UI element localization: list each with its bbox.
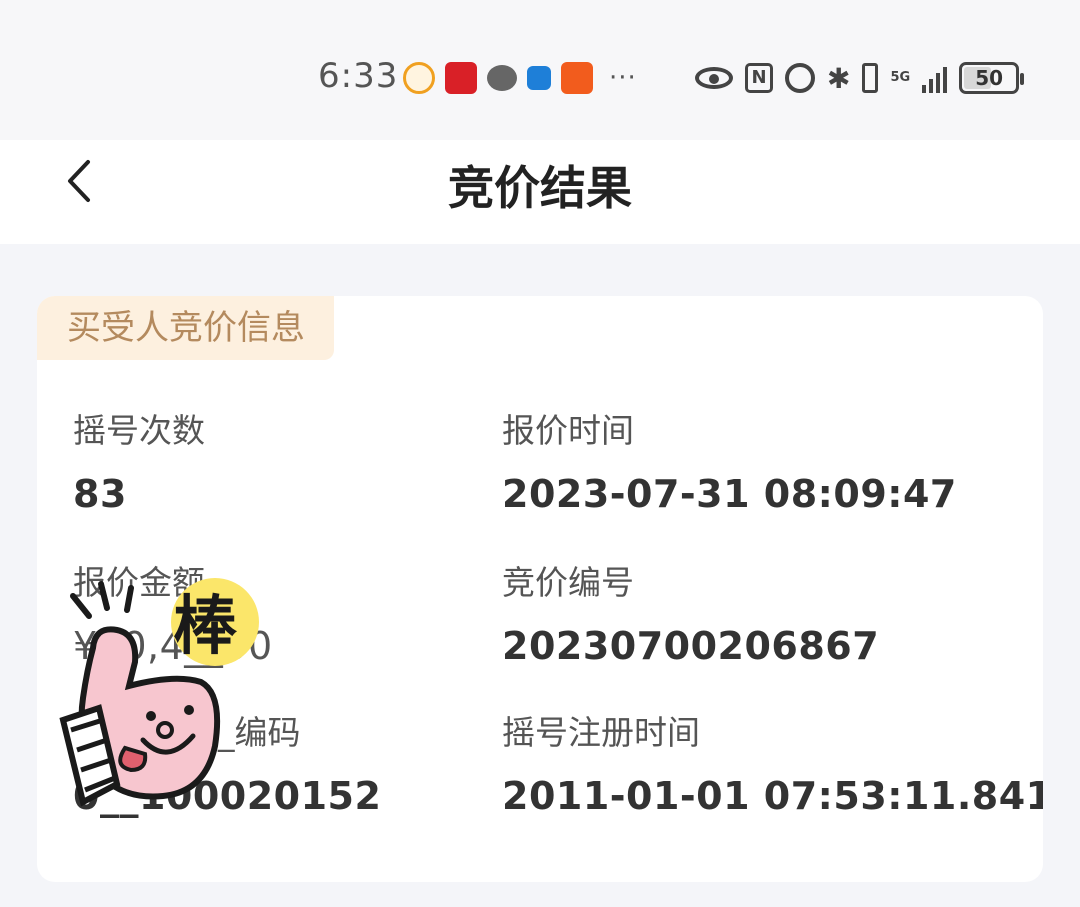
- more-notifications-icon: ···: [609, 63, 637, 93]
- section-tag: 买受人竞价信息: [37, 296, 334, 360]
- app-notification-icon: [445, 62, 477, 94]
- field-value: 2011-01-01 07:53:11.841: [502, 774, 1043, 818]
- page-title: 竞价结果: [448, 161, 632, 215]
- field-value: 83: [73, 472, 127, 516]
- status-time: 6:33: [318, 56, 399, 96]
- alarm-icon: [785, 63, 815, 93]
- field-label: _编码: [218, 713, 301, 752]
- app-notification-icon: [527, 66, 551, 90]
- field-label: 报价金额: [73, 563, 205, 602]
- bid-info-card: 买受人竞价信息 摇号次数 83 报价时间 2023-07-31 08:09:47…: [37, 296, 1043, 882]
- notification-icons: ···: [403, 60, 637, 96]
- field-label: 竞价编号: [502, 563, 634, 602]
- field-value: 2023-07-31 08:09:47: [502, 472, 957, 516]
- field-bid-amount: 报价金额 ¥30,4__00: [73, 556, 273, 668]
- field-bid-time: 报价时间 2023-07-31 08:09:47: [502, 404, 957, 516]
- wechat-icon: [487, 65, 517, 91]
- battery-level: 50: [975, 66, 1004, 90]
- eye-comfort-icon: [695, 67, 733, 89]
- field-code: _编码 0__100020152: [73, 706, 381, 818]
- bluetooth-icon: ✱: [827, 61, 851, 95]
- field-label: 报价时间: [502, 411, 634, 450]
- field-registration-time: 摇号注册时间 2011-01-01 07:53:11.841: [502, 706, 1043, 818]
- field-bid-number: 竞价编号 20230700206867: [502, 556, 879, 668]
- signal-strength-icon: [922, 63, 948, 93]
- status-bar: 6:33 ··· N ✱ 5G 50: [0, 0, 1080, 140]
- vibrate-icon: [862, 63, 879, 93]
- system-icons: N ✱ 5G 50: [695, 58, 1031, 98]
- nfc-icon: N: [745, 63, 773, 93]
- nav-header: 竞价结果: [0, 140, 1080, 244]
- field-value: 0__100020152: [73, 774, 382, 818]
- field-value: ¥30,4__00: [73, 624, 273, 668]
- field-value: 20230700206867: [502, 624, 880, 668]
- app-notification-icon: [403, 62, 435, 94]
- battery-icon: 50: [959, 62, 1025, 94]
- taobao-icon: [561, 62, 593, 94]
- field-label: 摇号注册时间: [502, 713, 700, 752]
- field-label: 摇号次数: [73, 411, 205, 450]
- network-type-icon: 5G: [890, 70, 911, 85]
- field-lottery-count: 摇号次数 83: [73, 404, 205, 516]
